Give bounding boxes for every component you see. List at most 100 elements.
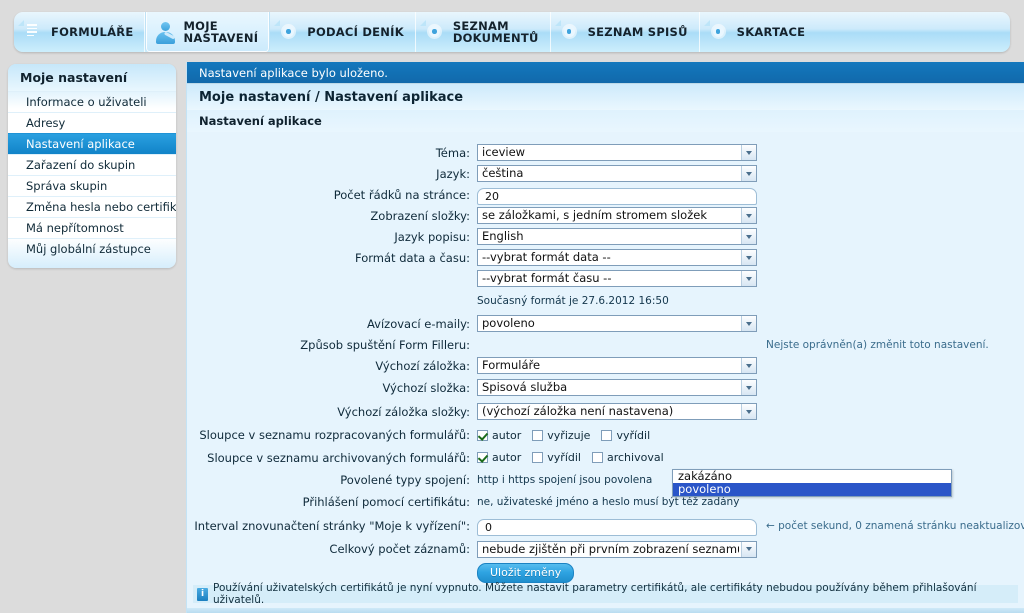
select-jazyk-popisu-value: English: [482, 229, 524, 243]
checkbox-archivovane-autor[interactable]: autor: [477, 451, 521, 464]
checkbox-archivovane-vyridil[interactable]: vyřídil: [532, 451, 581, 464]
save-changes-button[interactable]: Uložit změny: [477, 563, 575, 583]
select-format-data[interactable]: --vybrat formát data --: [477, 249, 757, 266]
checkbox-box: [532, 429, 544, 441]
checkbox-archivovane-archivoval[interactable]: archivoval: [591, 451, 664, 464]
form-row-celkovy-pocet-zaznamu: Celkový počet záznamů: nebude zjištěn př…: [187, 538, 1024, 560]
sidebar-item-adresy[interactable]: Adresy: [8, 112, 176, 133]
form-row-format-casu: --vybrat formát času --: [187, 268, 1024, 289]
label-zpusob-spusteni-form-filleru: Způsob spuštění Form Filleru:: [300, 337, 470, 352]
nav-tab-skartace[interactable]: SKARTACE: [700, 12, 817, 52]
label-vychozi-zalozka-slozky: Výchozí záložka složky:: [337, 404, 470, 419]
checkbox-box: [477, 429, 488, 441]
label-sloupce-rozpracovanych: Sloupce v seznamu rozpracovaných formulá…: [199, 428, 470, 442]
checkbox-rozpracovane-vyrizuje[interactable]: vyřizuje: [532, 429, 590, 442]
select-vychozi-zalozka[interactable]: Formuláře: [477, 357, 757, 374]
saved-message-text: Nastavení aplikace bylo uloženo.: [199, 65, 388, 80]
form-row-vychozi-zalozka: Výchozí záložka: Formuláře: [187, 355, 1024, 376]
bottom-divider: [187, 608, 1024, 613]
info-icon: i: [197, 587, 208, 601]
section-title-text: Nastavení aplikace: [199, 114, 322, 128]
sidebar-title: Moje nastavení: [8, 64, 176, 91]
select-zobrazeni-slozky-value: se záložkami, s jedním stromem složek: [482, 208, 707, 222]
sidebar-item-informace-o-uzivateli[interactable]: Informace o uživateli: [8, 91, 176, 112]
dropdown-options-avizovaci-emaily[interactable]: zakázáno povoleno: [672, 469, 952, 497]
dropdown-option-povoleno[interactable]: povoleno: [673, 483, 951, 496]
checkbox-label: autor: [492, 428, 522, 442]
select-format-data-value: --vybrat formát data --: [482, 250, 611, 264]
select-jazyk-popisu[interactable]: English: [477, 228, 757, 245]
checkbox-label: vyřizuje: [547, 428, 591, 442]
select-vychozi-zalozka-slozky[interactable]: (výchozí záložka není nastavena): [477, 403, 757, 420]
checkbox-label: autor: [492, 451, 522, 464]
breadcrumb-text: Moje nastavení / Nastavení aplikace: [199, 89, 464, 105]
settings-form: Téma: iceview Jazyk: čeština Počet řádků…: [187, 132, 1024, 613]
top-navigation-bar: FORMULÁŘE MOJE NASTAVENÍ PODACÍ DENÍK SE…: [0, 0, 1024, 57]
nav-tab-label: PODACÍ DENÍK: [307, 24, 404, 39]
label-vychozi-zalozka: Výchozí záložka:: [375, 358, 470, 373]
select-vychozi-zalozka-slozky-value: (výchozí záložka není nastavena): [482, 404, 674, 418]
select-jazyk[interactable]: čeština: [477, 165, 757, 182]
form-row-form-filler: Způsob spuštění Form Filleru: Nejste opr…: [187, 334, 1024, 355]
checkbox-box: [477, 452, 488, 463]
checkbox-box: [601, 429, 613, 441]
save-button-row: Uložit změny: [187, 560, 1024, 583]
nav-tab-podaci-denik[interactable]: PODACÍ DENÍK: [270, 12, 416, 52]
select-vychozi-slozka[interactable]: Spisová služba: [477, 379, 757, 396]
sidebar-item-zmena-hesla[interactable]: Změna hesla nebo certifikátu: [8, 196, 176, 217]
sidebar-item-sprava-skupin[interactable]: Správa skupin: [8, 175, 176, 196]
document-gear-icon: [425, 20, 446, 44]
nav-tab-seznam-spisu[interactable]: SEZNAM SPISŮ: [551, 12, 700, 52]
form-row-tema: Téma: iceview: [187, 142, 1024, 163]
nav-tab-seznam-dokumentu[interactable]: SEZNAM DOKUMENTŮ: [416, 12, 551, 52]
label-vychozi-slozka: Výchozí složka:: [382, 380, 470, 395]
footer-info-bar: i Používání uživatelských certifikátů je…: [193, 582, 1018, 606]
select-jazyk-value: čeština: [482, 166, 524, 180]
select-celkovy-pocet-zaznamu-value: nebude zjištěn při prvním zobrazení sezn…: [482, 541, 739, 556]
form-row-soucasny-format: Současný formát je 27.6.2012 16:50: [187, 289, 1024, 313]
form-row-vychozi-zalozka-slozky: Výchozí záložka složky: (výchozí záložka…: [187, 399, 1024, 424]
label-tema: Téma:: [435, 145, 470, 160]
form-row-interval: Interval znovunačtení stránky "Moje k vy…: [187, 514, 1024, 538]
checkbox-box: [591, 452, 603, 463]
form-row-sloupce-archivovanych: Sloupce v seznamu archivovaných formulář…: [187, 446, 1024, 469]
select-vychozi-zalozka-value: Formuláře: [482, 358, 541, 372]
nav-tab-formulare[interactable]: FORMULÁŘE: [14, 12, 146, 52]
select-avizovaci-emaily[interactable]: povoleno: [477, 315, 757, 332]
select-zobrazeni-slozky[interactable]: se záložkami, s jedním stromem složek: [477, 207, 757, 224]
soucasny-format-text: Současný formát je 27.6.2012 16:50: [477, 295, 669, 307]
label-celkovy-pocet-zaznamu: Celkový počet záznamů:: [329, 542, 470, 556]
label-interval-znovunacteni: Interval znovunačtení stránky "Moje k vy…: [194, 519, 470, 533]
select-format-casu-value: --vybrat formát času --: [482, 271, 612, 285]
nav-tab-strip: FORMULÁŘE MOJE NASTAVENÍ PODACÍ DENÍK SE…: [14, 12, 1010, 52]
document-gear-icon: [560, 20, 581, 44]
sidebar: Moje nastavení Informace o uživateli Adr…: [8, 64, 176, 268]
sidebar-item-muj-globalni-zastupce[interactable]: Můj globální zástupce: [8, 238, 176, 259]
section-title: Nastavení aplikace: [187, 110, 1024, 132]
value-prihlaseni-certifikatem: ne, uživateské jméno a heslo musí být té…: [477, 496, 740, 508]
sidebar-item-ma-nepritomnost[interactable]: Má nepřítomnost: [8, 217, 176, 238]
select-tema[interactable]: iceview: [477, 144, 757, 161]
form-row-format-data: Formát data a času: --vybrat formát data…: [187, 247, 1024, 268]
checkbox-rozpracovane-vyridil[interactable]: vyřídil: [601, 429, 650, 442]
form-row-jazyk: Jazyk: čeština: [187, 163, 1024, 184]
nav-tab-moje-nastaveni[interactable]: MOJE NASTAVENÍ: [145, 12, 271, 52]
document-gear-icon: [709, 20, 730, 44]
form-row-zobrazeni-slozky: Zobrazení složky: se záložkami, s jedním…: [187, 205, 1024, 226]
input-interval-znovunacteni[interactable]: [477, 519, 757, 536]
form-row-avizovaci-emaily: Avízovací e-maily: povoleno: [187, 313, 1024, 334]
nav-tab-label: SKARTACE: [736, 24, 806, 39]
form-filler-permission-note: Nejste oprávněn(a) změnit toto nastavení…: [766, 338, 989, 351]
select-avizovaci-emaily-value: povoleno: [482, 316, 535, 330]
sidebar-item-zarazeni-do-skupin[interactable]: Zařazení do skupin: [8, 154, 176, 175]
label-prihlaseni-certifikatem: Přihlášení pomocí certifikátu:: [302, 495, 470, 509]
sidebar-item-nastaveni-aplikace[interactable]: Nastavení aplikace: [8, 133, 176, 154]
select-celkovy-pocet-zaznamu[interactable]: nebude zjištěn při prvním zobrazení sezn…: [477, 540, 757, 558]
select-format-casu[interactable]: --vybrat formát času --: [477, 270, 757, 287]
breadcrumb: Moje nastavení / Nastavení aplikace: [187, 84, 1024, 110]
saved-message-bar: Nastavení aplikace bylo uloženo.: [187, 62, 1024, 84]
input-pocet-radku[interactable]: [477, 187, 757, 205]
checkbox-rozpracovane-autor[interactable]: autor: [477, 429, 521, 442]
nav-tab-label: MOJE NASTAVENÍ: [183, 18, 259, 45]
label-pocet-radku: Počet řádků na stránce:: [333, 187, 470, 202]
